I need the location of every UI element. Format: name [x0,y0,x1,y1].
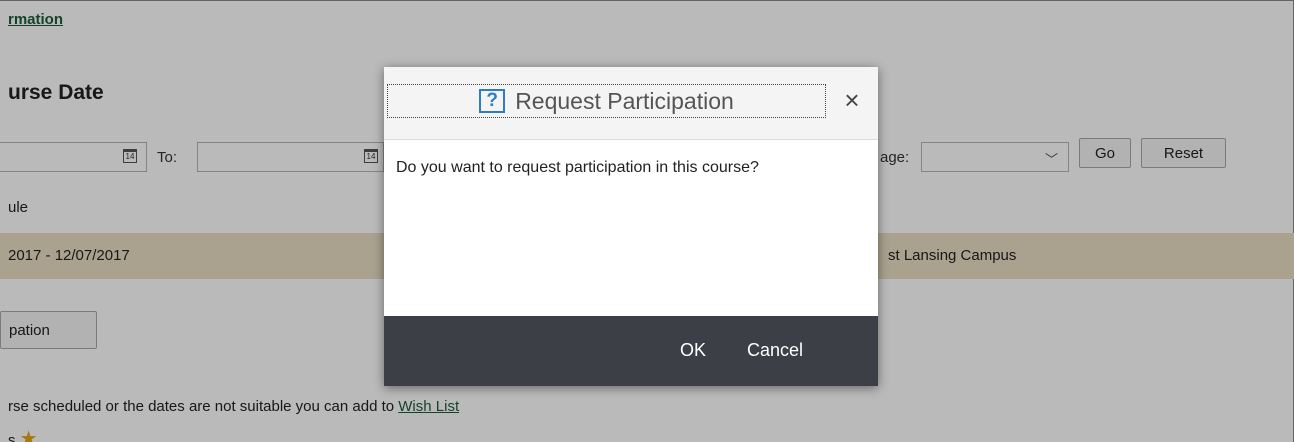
dialog-header: ? Request Participation × [384,67,878,140]
cancel-button[interactable]: Cancel [747,338,803,362]
dialog-footer: OK Cancel [384,316,878,386]
dialog-title-box: ? Request Participation [387,84,826,118]
help-icon: ? [479,89,506,113]
request-participation-dialog: ? Request Participation × Do you want to … [384,67,878,386]
ok-button[interactable]: OK [680,338,706,362]
dialog-title: Request Participation [515,88,734,114]
close-icon[interactable]: × [839,87,865,113]
dialog-message: Do you want to request participation in … [396,159,759,176]
